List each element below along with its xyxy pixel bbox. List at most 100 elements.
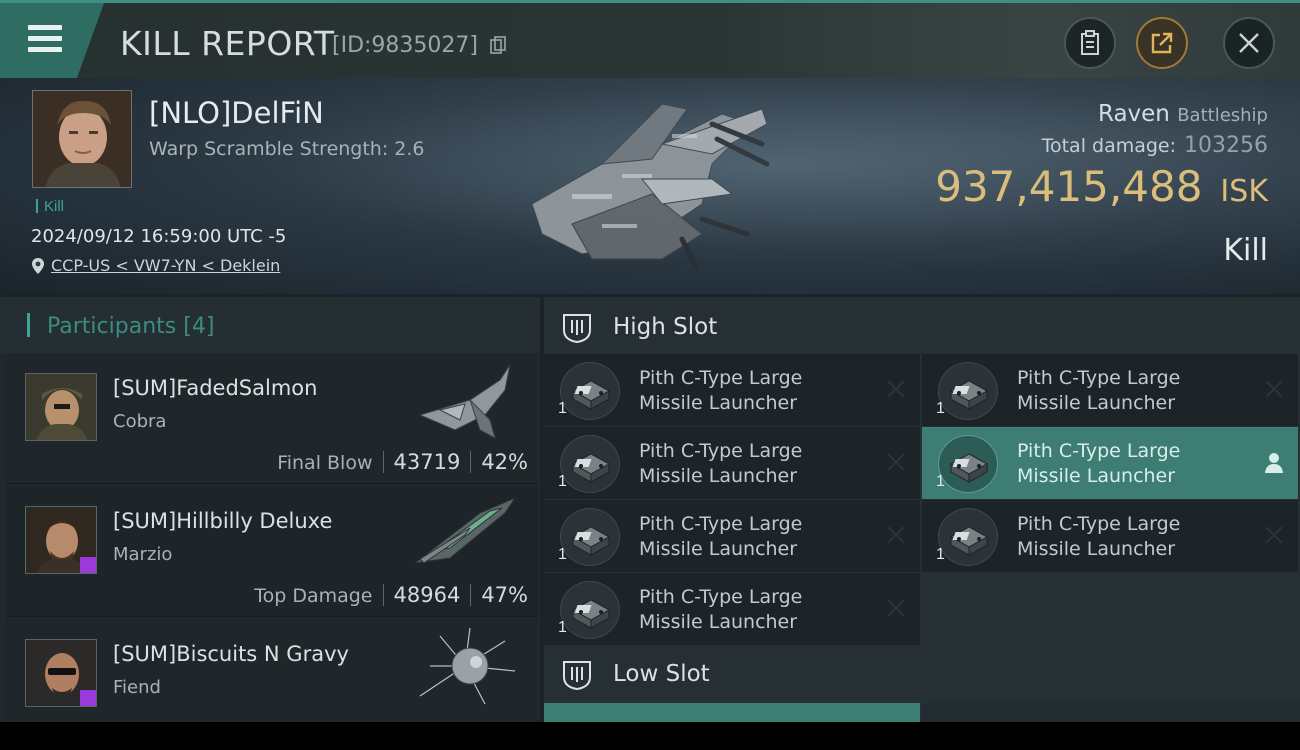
module-quantity: 1: [936, 546, 945, 563]
participants-title: Participants [4]: [27, 313, 214, 339]
module-quantity: 1: [936, 473, 945, 490]
stat-label: Top Damage: [254, 585, 373, 607]
high-slot-module[interactable]: 1 Pith C-Type Large Missile Launcher: [922, 354, 1298, 426]
share-button[interactable]: [1136, 17, 1188, 69]
bottom-bar: [0, 722, 1300, 750]
destroyed-x-icon: [886, 525, 906, 545]
participant-ship: Fiend: [113, 677, 161, 698]
module-quantity: 1: [558, 619, 567, 636]
destroyed-x-icon: [886, 452, 906, 472]
participants-count: [4]: [183, 314, 215, 339]
stat-label: Final Blow: [277, 452, 373, 474]
destroyed-x-icon: [886, 379, 906, 399]
module-icon: [560, 435, 620, 493]
participant-row[interactable]: [SUM]Biscuits N Gravy Fiend: [6, 620, 538, 722]
person-icon: [1265, 453, 1283, 473]
avatar: [25, 506, 97, 574]
report-id: [ID:9835027]: [332, 33, 478, 58]
close-icon: [1239, 33, 1259, 53]
missile-launcher-icon: [571, 599, 611, 629]
kill-tag: Kill: [36, 198, 64, 215]
destroyed-x-icon: [886, 598, 906, 618]
missile-launcher-icon: [949, 380, 989, 410]
high-slot-header: High Slot: [544, 297, 1300, 357]
module-quantity: 1: [936, 400, 945, 417]
module-icon: [938, 435, 998, 493]
damage-value: 43719: [393, 450, 461, 474]
module-icon: [560, 508, 620, 566]
damage-percent: 42%: [481, 450, 528, 474]
high-slot-module[interactable]: 1 Pith C-Type Large Missile Launcher: [544, 500, 920, 572]
victim-ship-image: [531, 103, 770, 272]
result-label: Kill: [1223, 233, 1268, 268]
avatar: [25, 373, 97, 441]
victim-summary: [NLO]DelFiN Warp Scramble Strength: 2.6 …: [0, 78, 1300, 294]
module-name: Pith C-Type Large Missile Launcher: [1017, 513, 1181, 560]
module-name: Pith C-Type Large Missile Launcher: [1017, 440, 1181, 487]
participant-row[interactable]: [SUM]FadedSalmon Cobra Final Blow 43719 42…: [6, 354, 538, 484]
participant-ship: Cobra: [113, 411, 167, 432]
participant-ship-image: [418, 364, 511, 439]
missile-launcher-icon: [571, 380, 611, 410]
high-slot-module[interactable]: 1 Pith C-Type Large Missile Launcher: [544, 354, 920, 426]
victim-ship: Raven Battleship: [1098, 101, 1268, 127]
clipboard-button[interactable]: [1064, 17, 1116, 69]
warp-scramble-strength: Warp Scramble Strength: 2.6: [149, 138, 425, 160]
module-name: Pith C-Type Large Missile Launcher: [639, 513, 803, 560]
module-quantity: 1: [558, 473, 567, 490]
info-badge-icon: [80, 557, 96, 573]
participant-name: [SUM]Biscuits N Gravy: [113, 642, 349, 666]
missile-launcher-icon: [949, 453, 989, 483]
participant-ship: Marzio: [113, 544, 173, 565]
ship-class: Battleship: [1177, 105, 1268, 126]
module-icon: [938, 362, 998, 420]
destroyed-x-icon: [1264, 525, 1284, 545]
isk-amount: 937,415,488: [935, 162, 1203, 211]
menu-button[interactable]: [0, 3, 104, 78]
isk-value: 937,415,488 ISK: [935, 162, 1268, 211]
isk-unit: ISK: [1220, 174, 1268, 209]
missile-launcher-icon: [571, 453, 611, 483]
info-badge-icon: [80, 690, 96, 706]
high-slot-module[interactable]: 1 Pith C-Type Large Missile Launcher: [544, 427, 920, 499]
high-slot-icon: [563, 314, 591, 344]
share-icon: [1151, 32, 1173, 54]
clipboard-icon: [1081, 30, 1099, 55]
header-bar: KILL REPORT [ID:9835027]: [0, 0, 1300, 78]
destroyed-x-icon: [1264, 379, 1284, 399]
low-slot-module[interactable]: [922, 703, 1300, 722]
damage-value: 48964: [393, 583, 461, 607]
ship-name: Raven: [1097, 101, 1170, 127]
module-icon: [938, 508, 998, 566]
participant-ship-image: [413, 496, 517, 564]
participant-stats: Final Blow 43719 42%: [277, 450, 528, 474]
total-damage: Total damage: 103256: [1042, 133, 1268, 158]
module-name: Pith C-Type Large Missile Launcher: [639, 586, 803, 633]
victim-portrait[interactable]: [32, 90, 132, 188]
hamburger-icon: [28, 25, 62, 53]
location-link[interactable]: CCP-US < VW7-YN < Deklein: [51, 256, 280, 275]
module-name: Pith C-Type Large Missile Launcher: [1017, 367, 1181, 414]
module-name: Pith C-Type Large Missile Launcher: [639, 440, 803, 487]
kill-datetime: 2024/09/12 16:59:00 UTC -5: [31, 226, 287, 247]
fitting-panel: High Slot 1 Pith C-Type Large Missile Laun…: [544, 297, 1300, 722]
participants-panel: Participants [4] [SUM]FadedSalmon Cobra: [0, 297, 540, 722]
missile-launcher-icon: [571, 526, 611, 556]
missile-launcher-icon: [949, 526, 989, 556]
close-button[interactable]: [1223, 17, 1275, 69]
high-slot-module[interactable]: 1 Pith C-Type Large Missile Launcher: [922, 427, 1298, 499]
low-slot-module[interactable]: [544, 703, 920, 722]
location-pin-icon: [32, 258, 44, 274]
module-icon: [560, 362, 620, 420]
copy-icon[interactable]: [490, 36, 506, 54]
participant-stats: Top Damage 48964 47%: [254, 583, 528, 607]
participant-name: [SUM]FadedSalmon: [113, 376, 318, 400]
low-slot-header: Low Slot: [544, 644, 1300, 704]
participants-header: Participants [4]: [0, 297, 540, 353]
participant-name: [SUM]Hillbilly Deluxe: [113, 509, 333, 533]
page-title: KILL REPORT: [120, 24, 335, 63]
participant-row[interactable]: [SUM]Hillbilly Deluxe Marzio Top Damage 4…: [6, 487, 538, 617]
victim-name[interactable]: [NLO]DelFiN: [149, 96, 324, 130]
high-slot-module[interactable]: 1 Pith C-Type Large Missile Launcher: [544, 573, 920, 645]
high-slot-module[interactable]: 1 Pith C-Type Large Missile Launcher: [922, 500, 1298, 572]
